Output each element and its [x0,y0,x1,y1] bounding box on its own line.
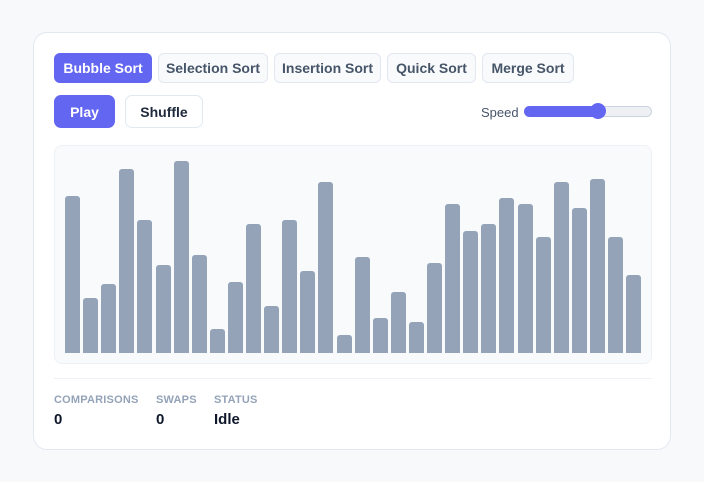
array-bar [173,160,189,353]
array-bar [336,335,352,353]
array-bar [101,284,117,353]
algo-button-quick-sort[interactable]: Quick Sort [387,53,476,83]
array-bar [517,204,533,353]
array-bar [571,207,587,353]
play-button[interactable]: Play [54,95,115,128]
array-bar [318,182,334,353]
algo-button-bubble-sort[interactable]: Bubble Sort [54,53,152,83]
array-bar [282,219,298,353]
sort-visualizer-card: Bubble Sort Selection Sort Insertion Sor… [33,32,671,450]
stat-comparisons-value: 0 [54,411,63,428]
speed-label: Speed [481,105,519,120]
stat-comparisons-label: COMPARISONS [54,394,139,406]
array-bar [589,178,605,353]
stat-status: STATUS Idle [214,394,258,428]
algo-button-selection-sort[interactable]: Selection Sort [158,53,268,83]
speed-slider-fill [524,106,599,117]
array-bar [155,264,171,353]
bars-visualization [54,145,652,364]
array-bar [626,274,642,353]
array-bar [137,219,153,353]
array-bar [227,282,243,353]
stat-comparisons: COMPARISONS 0 [54,394,139,428]
array-bar [191,255,207,353]
divider [54,378,652,379]
array-bar [354,256,370,353]
array-bar [300,270,316,353]
array-bar [390,292,406,353]
stat-swaps-label: SWAPS [156,394,197,406]
array-bar [264,305,280,353]
speed-slider[interactable] [524,103,652,119]
stat-swaps-value: 0 [156,411,165,428]
array-bar [408,321,424,353]
stat-status-label: STATUS [214,394,258,406]
array-bar [553,182,569,353]
stat-status-value: Idle [214,411,240,428]
array-bar [209,329,225,353]
array-bar [535,237,551,353]
shuffle-button[interactable]: Shuffle [125,95,203,128]
array-bar [372,317,388,353]
algorithm-selector: Bubble Sort Selection Sort Insertion Sor… [54,53,574,83]
array-bar [463,231,479,353]
control-row: Play Shuffle Speed [54,95,652,129]
array-bar [608,237,623,353]
array-bar [427,262,442,353]
algo-button-merge-sort[interactable]: Merge Sort [482,53,574,83]
array-bar [65,196,80,353]
array-bar [246,223,261,353]
array-bar [481,223,497,353]
array-bar [499,198,515,353]
array-bar [83,298,99,353]
algo-button-insertion-sort[interactable]: Insertion Sort [274,53,381,83]
stat-swaps: SWAPS 0 [156,394,197,428]
array-bar [445,204,461,353]
array-bar [119,168,135,353]
